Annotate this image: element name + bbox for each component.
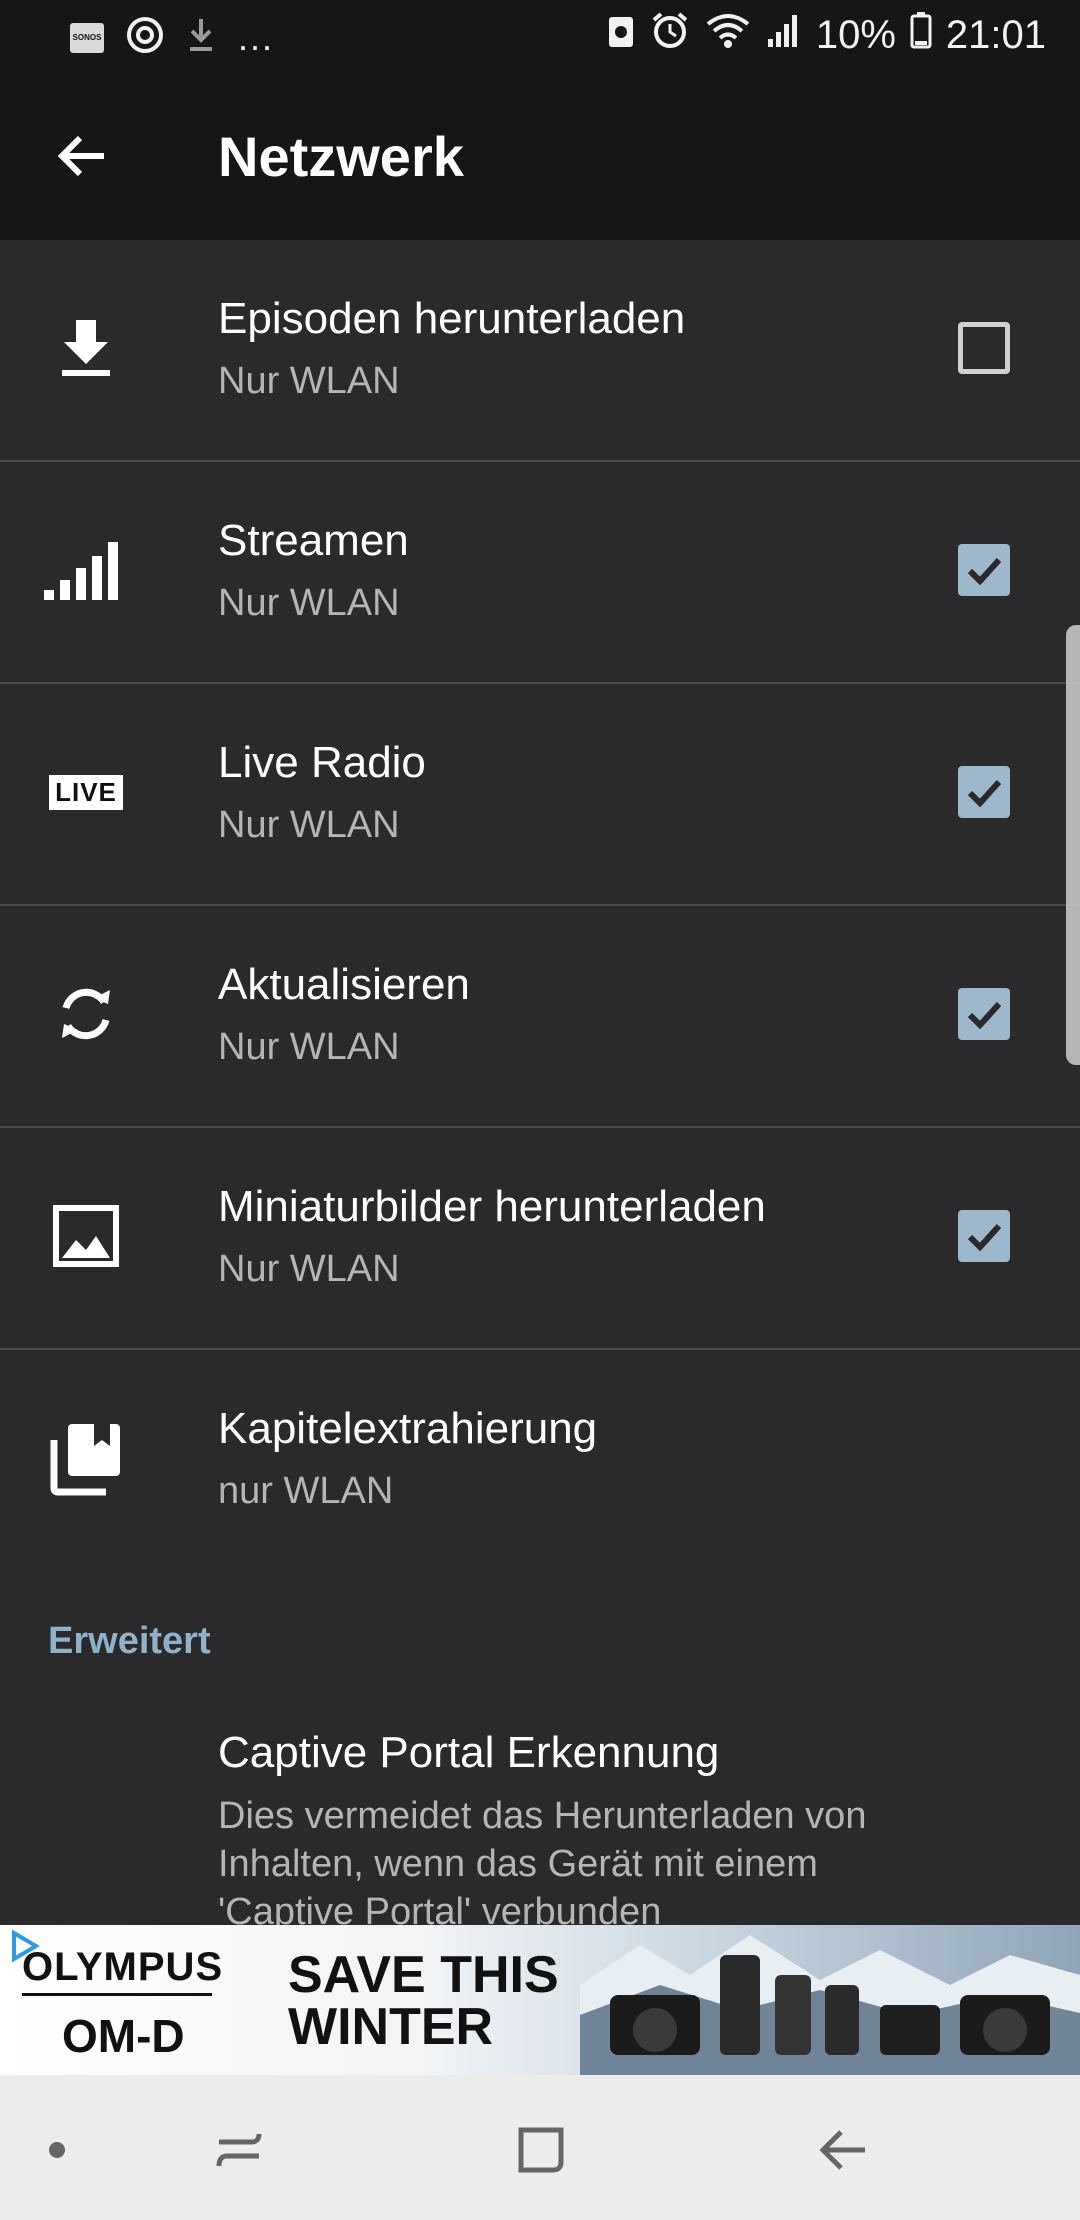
setting-streaming[interactable]: Streamen Nur WLAN: [0, 462, 1080, 684]
ad-headline: SAVE THIS WINTER: [288, 1949, 559, 2053]
image-icon: [38, 1188, 134, 1284]
setting-subtitle: Nur WLAN: [218, 582, 400, 624]
checkbox-streaming[interactable]: [958, 544, 1010, 596]
app-bar: Netzwerk: [0, 72, 1080, 240]
recycle-icon: [606, 11, 636, 59]
live-badge-text: LIVE: [49, 774, 123, 810]
status-bar-system: 10% 21:01: [606, 10, 1046, 60]
nav-dot-button[interactable]: [22, 2115, 92, 2185]
home-button[interactable]: [506, 2115, 576, 2185]
checkbox-episodes-download[interactable]: [958, 322, 1010, 374]
bookmarks-icon: [38, 1410, 134, 1506]
navigation-bar: [0, 2075, 1080, 2220]
check-icon: [967, 1223, 1002, 1252]
sync-icon: [38, 966, 134, 1062]
ad-headline-line1: SAVE THIS: [288, 1946, 559, 2004]
system-back-button[interactable]: [808, 2115, 878, 2185]
setting-subtitle: Nur WLAN: [218, 1248, 400, 1290]
download-icon: [38, 300, 134, 396]
live-badge-icon: LIVE: [38, 744, 134, 840]
setting-thumbnails-download[interactable]: Miniaturbilder herunterladen Nur WLAN: [0, 1128, 1080, 1350]
status-overflow: ...: [238, 16, 275, 58]
setting-subtitle: Nur WLAN: [218, 360, 400, 402]
setting-subtitle: Nur WLAN: [218, 1026, 400, 1068]
setting-title: Live Radio: [218, 738, 426, 787]
back-button[interactable]: [40, 116, 124, 200]
checkbox-thumbnails-download[interactable]: [958, 1210, 1010, 1262]
signal-icon: [766, 11, 802, 59]
checkbox-refresh[interactable]: [958, 988, 1010, 1040]
setting-title: Captive Portal Erkennung: [218, 1728, 720, 1777]
ad-brand: OLYMPUS: [22, 1945, 224, 1989]
wifi-icon: [704, 10, 752, 60]
setting-description: Dies vermeidet das Herunterladen von Inh…: [218, 1795, 867, 1933]
checkbox-live-radio[interactable]: [958, 766, 1010, 818]
setting-captive-portal[interactable]: Captive Portal Erkennung Dies vermeidet …: [218, 1728, 918, 1936]
ad-divider: [22, 1993, 212, 1996]
check-icon: [967, 1001, 1002, 1030]
status-bar-notifications: SONOS ...: [70, 16, 274, 59]
setting-title: Miniaturbilder herunterladen: [218, 1182, 766, 1231]
page-title: Netzwerk: [218, 125, 464, 188]
setting-title: Episoden herunterladen: [218, 294, 686, 343]
arrow-back-icon: [54, 128, 110, 189]
signal-bars-icon: [38, 522, 134, 618]
setting-subtitle: Nur WLAN: [218, 804, 400, 846]
download-icon: [186, 17, 216, 58]
clock: 21:01: [945, 12, 1046, 57]
setting-episodes-download[interactable]: Episoden herunterladen Nur WLAN: [0, 240, 1080, 462]
ad-banner[interactable]: OLYMPUS OM-D SAVE THIS WINTER: [0, 1925, 1080, 2075]
recent-apps-button[interactable]: [204, 2115, 274, 2185]
setting-live-radio[interactable]: LIVE Live Radio Nur WLAN: [0, 684, 1080, 906]
setting-chapter-extraction[interactable]: Kapitelextrahierung nur WLAN: [0, 1350, 1080, 1570]
pocket-casts-icon: [126, 16, 164, 59]
scrollbar[interactable]: [1066, 625, 1080, 1065]
ad-headline-line2: WINTER: [288, 1998, 494, 2056]
settings-list: Episoden herunterladen Nur WLAN Streamen…: [0, 240, 1080, 1570]
sonos-icon: SONOS: [70, 22, 104, 53]
setting-subtitle: nur WLAN: [218, 1470, 394, 1512]
back-icon: [819, 2130, 865, 2170]
alarm-icon: [650, 10, 690, 60]
recent-apps-icon: [216, 2133, 262, 2167]
setting-refresh[interactable]: Aktualisieren Nur WLAN: [0, 906, 1080, 1128]
ad-product: OM-D: [62, 2010, 185, 2062]
setting-title: Streamen: [218, 516, 409, 565]
ad-camera-image: [580, 1935, 1080, 2075]
battery-percent: 10%: [815, 12, 896, 57]
setting-title: Kapitelextrahierung: [218, 1404, 598, 1453]
battery-icon: [910, 11, 932, 59]
dot-icon: [49, 2142, 65, 2158]
check-icon: [967, 779, 1002, 808]
home-icon: [518, 2127, 564, 2173]
check-icon: [967, 557, 1002, 586]
status-bar: SONOS ... 10% 21:01: [0, 0, 1080, 72]
section-header-advanced: Erweitert: [48, 1620, 211, 1662]
setting-title: Aktualisieren: [218, 960, 470, 1009]
